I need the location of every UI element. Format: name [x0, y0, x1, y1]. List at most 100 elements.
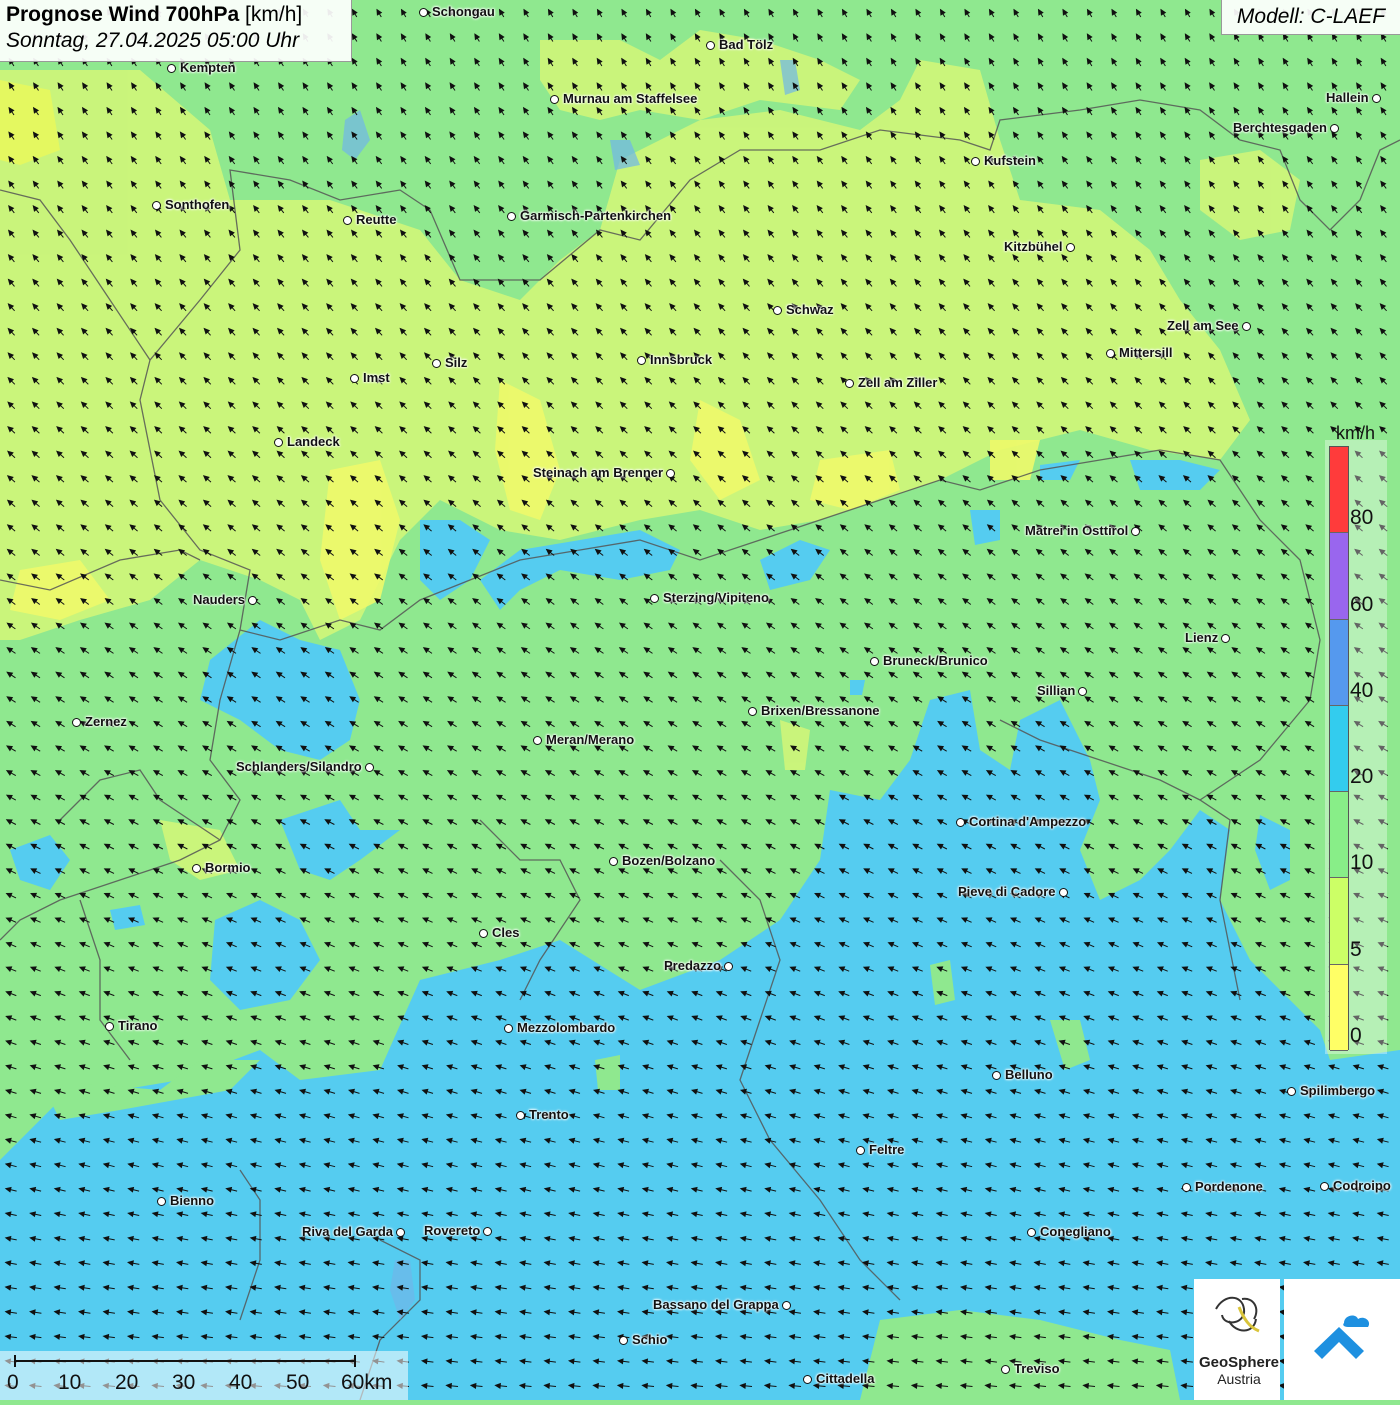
city-label: Sillian: [1037, 683, 1075, 698]
scale-label: 60km: [341, 1371, 392, 1395]
city-marker[interactable]: [396, 1228, 405, 1237]
city-label: Bormio: [205, 860, 251, 875]
legend-segment: [1330, 965, 1348, 1051]
city-marker[interactable]: [1027, 1228, 1036, 1237]
city-marker[interactable]: [619, 1336, 628, 1345]
city-label: Treviso: [1014, 1361, 1060, 1376]
city-label: Schlanders/Silandro: [236, 759, 362, 774]
city-marker[interactable]: [533, 736, 542, 745]
legend-label: 40: [1350, 679, 1373, 703]
legend-colorbar: [1329, 446, 1349, 1050]
city-label: Pieve di Cadore: [958, 884, 1056, 899]
city-marker[interactable]: [1001, 1365, 1010, 1374]
city-marker[interactable]: [956, 818, 965, 827]
city-marker[interactable]: [479, 929, 488, 938]
city-marker[interactable]: [248, 596, 257, 605]
city-label: Innsbruck: [650, 352, 712, 367]
city-marker[interactable]: [773, 306, 782, 315]
geosphere-name: GeoSphereAustria: [1196, 1354, 1282, 1387]
city-marker[interactable]: [1320, 1182, 1329, 1191]
weather-app-logo[interactable]: [1284, 1279, 1400, 1400]
city-marker[interactable]: [550, 95, 559, 104]
city-marker[interactable]: [350, 374, 359, 383]
city-marker[interactable]: [504, 1024, 513, 1033]
city-marker[interactable]: [856, 1146, 865, 1155]
cloud-mountain-icon: [1284, 1279, 1400, 1400]
city-label: Imst: [363, 370, 390, 385]
city-label: Berchtesgaden: [1233, 120, 1327, 135]
city-label: Mezzolombardo: [517, 1020, 615, 1035]
legend-segment: [1330, 706, 1348, 792]
city-marker[interactable]: [167, 64, 176, 73]
city-marker[interactable]: [782, 1301, 791, 1310]
city-label: Lienz: [1185, 630, 1218, 645]
city-marker[interactable]: [432, 359, 441, 368]
city-marker[interactable]: [1078, 687, 1087, 696]
city-label: Brixen/Bressanone: [761, 703, 880, 718]
city-marker[interactable]: [1372, 94, 1381, 103]
city-label: Rovereto: [424, 1223, 480, 1238]
city-marker[interactable]: [157, 1197, 166, 1206]
city-marker[interactable]: [666, 469, 675, 478]
legend-label: 60: [1350, 593, 1373, 617]
city-marker[interactable]: [1059, 888, 1068, 897]
city-marker[interactable]: [507, 212, 516, 221]
city-label: Mittersill: [1119, 345, 1172, 360]
city-label: Bad Tölz: [719, 37, 773, 52]
city-label: Zell am Ziller: [858, 375, 937, 390]
city-marker[interactable]: [365, 763, 374, 772]
city-marker[interactable]: [609, 857, 618, 866]
city-marker[interactable]: [1066, 243, 1075, 252]
city-marker[interactable]: [748, 707, 757, 716]
city-marker[interactable]: [516, 1111, 525, 1120]
city-marker[interactable]: [706, 41, 715, 50]
city-marker[interactable]: [105, 1022, 114, 1031]
city-marker[interactable]: [1242, 322, 1251, 331]
city-marker[interactable]: [1182, 1183, 1191, 1192]
city-marker[interactable]: [845, 379, 854, 388]
city-label: Belluno: [1005, 1067, 1053, 1082]
city-label: Codroipo: [1333, 1178, 1391, 1193]
city-label: Sonthofen: [165, 197, 229, 212]
city-marker[interactable]: [419, 8, 428, 17]
scale-label: 50: [286, 1371, 309, 1395]
city-marker[interactable]: [992, 1071, 1001, 1080]
city-marker[interactable]: [1106, 349, 1115, 358]
city-marker[interactable]: [637, 356, 646, 365]
city-label: Trento: [529, 1107, 569, 1122]
city-label: Matrei in Osttirol: [1025, 523, 1128, 538]
city-label: Bozen/Bolzano: [622, 853, 715, 868]
city-label: Feltre: [869, 1142, 904, 1157]
model-label: Modell: C-LAEF: [1221, 0, 1400, 35]
city-marker[interactable]: [192, 864, 201, 873]
city-label: Hallein: [1326, 90, 1369, 105]
city-marker[interactable]: [1330, 124, 1339, 133]
city-marker[interactable]: [803, 1375, 812, 1384]
city-label: Schio: [632, 1332, 667, 1347]
city-label: Bassano del Grappa: [653, 1297, 779, 1312]
geosphere-swirl-icon: [1194, 1279, 1280, 1354]
legend-label: 0: [1350, 1024, 1362, 1048]
title-panel: Prognose Wind 700hPa [km/h] Sonntag, 27.…: [0, 0, 352, 62]
city-marker[interactable]: [483, 1227, 492, 1236]
city-label: Murnau am Staffelsee: [563, 91, 697, 106]
city-marker[interactable]: [1221, 634, 1230, 643]
city-label: Nauders: [193, 592, 245, 607]
city-marker[interactable]: [343, 216, 352, 225]
city-label: Cittadella: [816, 1371, 875, 1386]
city-label: Riva del Garda: [302, 1224, 393, 1239]
legend-label: 20: [1350, 765, 1373, 789]
legend-unit: km/h: [1336, 423, 1375, 444]
city-label: Cles: [492, 925, 519, 940]
city-marker[interactable]: [1287, 1087, 1296, 1096]
city-label: Cortina d'Ampezzo: [969, 814, 1086, 829]
city-marker[interactable]: [870, 657, 879, 666]
city-label: Sterzing/Vipiteno: [663, 590, 769, 605]
city-marker[interactable]: [650, 594, 659, 603]
city-marker[interactable]: [152, 201, 161, 210]
city-marker[interactable]: [274, 438, 283, 447]
city-marker[interactable]: [724, 962, 733, 971]
city-marker[interactable]: [971, 157, 980, 166]
city-marker[interactable]: [1131, 527, 1140, 536]
city-marker[interactable]: [72, 718, 81, 727]
